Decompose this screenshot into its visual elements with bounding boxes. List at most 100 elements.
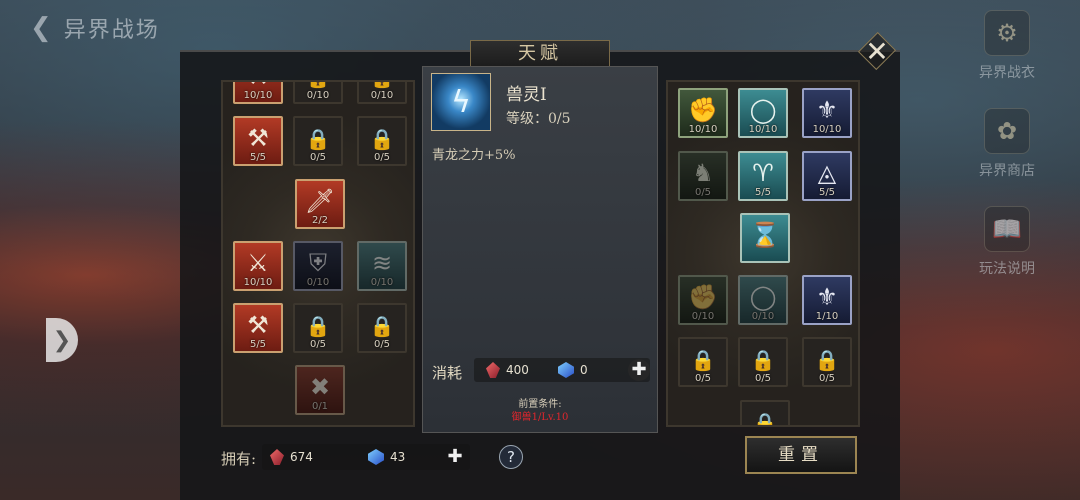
talent-slot[interactable]: 🔒0/10 — [293, 82, 343, 104]
blue-cube-icon — [368, 449, 384, 465]
lock-icon: 🔒 — [369, 314, 395, 338]
armor-icon: ⚙ — [984, 10, 1030, 56]
axe-icon: ⚒ — [247, 311, 269, 339]
weapon-icon: ✖ — [309, 373, 331, 401]
side-item-label: 玩法说明 — [979, 261, 1035, 277]
hourglass-icon: ⌛ — [750, 221, 780, 249]
chevron-left-icon: ❮ — [30, 13, 54, 43]
back-button[interactable]: ❮ 异界战场 — [30, 12, 160, 44]
ring-icon: ◯ — [749, 283, 777, 311]
shop-icon: ✿ — [984, 108, 1030, 154]
lock-icon: 🔒 — [690, 348, 716, 372]
close-button[interactable]: ✕ — [858, 34, 896, 68]
owned-box: 674 43 ✚ — [262, 444, 470, 470]
wing-icon: ≋ — [371, 249, 393, 277]
side-item-label: 异界商店 — [979, 163, 1035, 179]
knot-icon: ⚜ — [816, 96, 838, 124]
talent-slot[interactable]: 🗡 2/2 — [295, 179, 345, 229]
talent-slot[interactable]: 🔒 0/5 — [293, 303, 343, 353]
owned-blue: 43 — [368, 449, 405, 465]
talent-slot[interactable]: ⚒10/10 — [233, 82, 283, 104]
reset-button[interactable]: 重置 — [745, 436, 857, 474]
lock-icon: 🔒 — [750, 348, 776, 372]
talent-level: 等级：0/5 — [506, 111, 571, 127]
left-talent-tree: ⚒10/10 🔒0/10 🔒0/10 ⚒5/5 🔒0/5 🔒0/5 🗡2/2 ⚔… — [221, 80, 415, 427]
talent-slot[interactable]: ⚜ 10/10 — [802, 88, 852, 138]
expand-arrow-button[interactable]: ❯ — [46, 318, 78, 362]
talent-slot[interactable]: 🔒 0/5 — [357, 116, 407, 166]
plus-icon: ✚ — [447, 446, 463, 467]
lock-icon: 🔒 — [814, 348, 840, 372]
talent-slot[interactable]: ✊ 0/10 — [678, 275, 728, 325]
red-crystal-icon — [486, 362, 500, 378]
talent-slot[interactable]: ♈ 5/5 — [738, 151, 788, 201]
axe-icon: ⚒ — [247, 124, 269, 152]
talent-slot[interactable]: ⚒ 5/5 — [233, 303, 283, 353]
blue-cube-icon — [558, 362, 574, 378]
talent-slot[interactable]: 🔒 0/5 — [738, 337, 788, 387]
cost-red-value: 400 — [506, 363, 529, 377]
owned-label: 拥有: — [221, 450, 257, 468]
owned-red-value: 674 — [290, 450, 313, 464]
chevron-right-icon: ❯ — [52, 327, 72, 353]
plus-icon: ✚ — [631, 359, 647, 380]
horns-icon: ♈ — [752, 159, 774, 187]
fist-icon: ✊ — [688, 283, 718, 311]
talent-slot[interactable]: ◯ 10/10 — [738, 88, 788, 138]
sword-icon: 🗡 — [304, 187, 336, 215]
knot-icon: ⚜ — [816, 283, 838, 311]
right-talent-tree: ✊ 10/10 ◯ 10/10 ⚜ 10/10 ♞ 0/5 ♈ 5/5 ◬ 5/5 ⌛ ✊ 0… — [666, 80, 860, 427]
lock-icon: 🔒 — [369, 127, 395, 151]
talent-slot[interactable]: 🔒0/10 — [357, 82, 407, 104]
talent-slot[interactable]: ◬ 5/5 — [802, 151, 852, 201]
fist-icon: ✊ — [688, 96, 718, 124]
buy-plus-button[interactable]: ✚ — [444, 446, 466, 468]
ring-icon: ◯ — [749, 96, 777, 124]
talent-slot[interactable]: 🔒 0/5 — [802, 337, 852, 387]
talent-slot[interactable]: ⚔ 10/10 — [233, 241, 283, 291]
lock-icon: 🔒 — [359, 82, 405, 89]
shield-icon: ⛨ — [309, 249, 327, 277]
rider-icon: ♞ — [692, 159, 714, 187]
window-title: 天赋 — [470, 40, 610, 68]
owned-red: 674 — [270, 449, 313, 465]
talent-slot[interactable]: 🔒 0/5 — [678, 337, 728, 387]
red-crystal-icon — [270, 449, 284, 465]
talent-slot[interactable]: ⚜ 1/10 — [802, 275, 852, 325]
help-button[interactable]: ? — [499, 445, 523, 469]
talent-slot[interactable]: 🔒 — [740, 400, 790, 425]
talent-slot[interactable]: ⛨ 0/10 — [293, 241, 343, 291]
amulet-icon: ◬ — [817, 159, 837, 187]
talent-slot[interactable]: ⌛ — [740, 213, 790, 263]
talent-description: 青龙之力+5% — [432, 148, 516, 163]
lock-icon: 🔒 — [305, 314, 331, 338]
talent-slot[interactable]: 🔒 0/5 — [293, 116, 343, 166]
talent-slot[interactable]: ≋ 0/10 — [357, 241, 407, 291]
sword-icon: ⚔ — [247, 249, 269, 277]
back-label: 异界战场 — [63, 18, 160, 43]
talent-slot[interactable]: ♞ 0/5 — [678, 151, 728, 201]
side-item-armor[interactable]: ⚙ 异界战衣 — [962, 10, 1052, 82]
prereq-value: 御兽1/Lv.10 — [511, 412, 569, 423]
talent-name: 兽灵I — [506, 85, 547, 105]
cost-label: 消耗 — [432, 364, 463, 382]
side-menu: ⚙ 异界战衣 ✿ 异界商店 📖 玩法说明 — [962, 10, 1052, 278]
talent-slot[interactable]: ◯ 0/10 — [738, 275, 788, 325]
owned-blue-value: 43 — [390, 450, 406, 464]
talent-slot[interactable]: ✖ 0/1 — [295, 365, 345, 415]
cost-box: 400 0 ✚ — [474, 358, 650, 382]
talent-slot[interactable]: ✊ 10/10 — [678, 88, 728, 138]
talent-slot[interactable]: ⚒ 5/5 — [233, 116, 283, 166]
side-item-label: 异界战衣 — [979, 65, 1035, 81]
close-icon: ✕ — [865, 34, 889, 68]
side-item-shop[interactable]: ✿ 异界商店 — [962, 108, 1052, 180]
lock-icon: 🔒 — [295, 82, 341, 89]
book-icon: 📖 — [984, 206, 1030, 252]
cost-blue: 0 — [558, 362, 588, 378]
side-item-guide[interactable]: 📖 玩法说明 — [962, 206, 1052, 278]
lock-icon: 🔒 — [305, 127, 331, 151]
cost-red: 400 — [486, 362, 529, 378]
upgrade-plus-button[interactable]: ✚ — [628, 359, 650, 381]
lightning-icon: ϟ — [431, 73, 491, 131]
talent-slot[interactable]: 🔒 0/5 — [357, 303, 407, 353]
